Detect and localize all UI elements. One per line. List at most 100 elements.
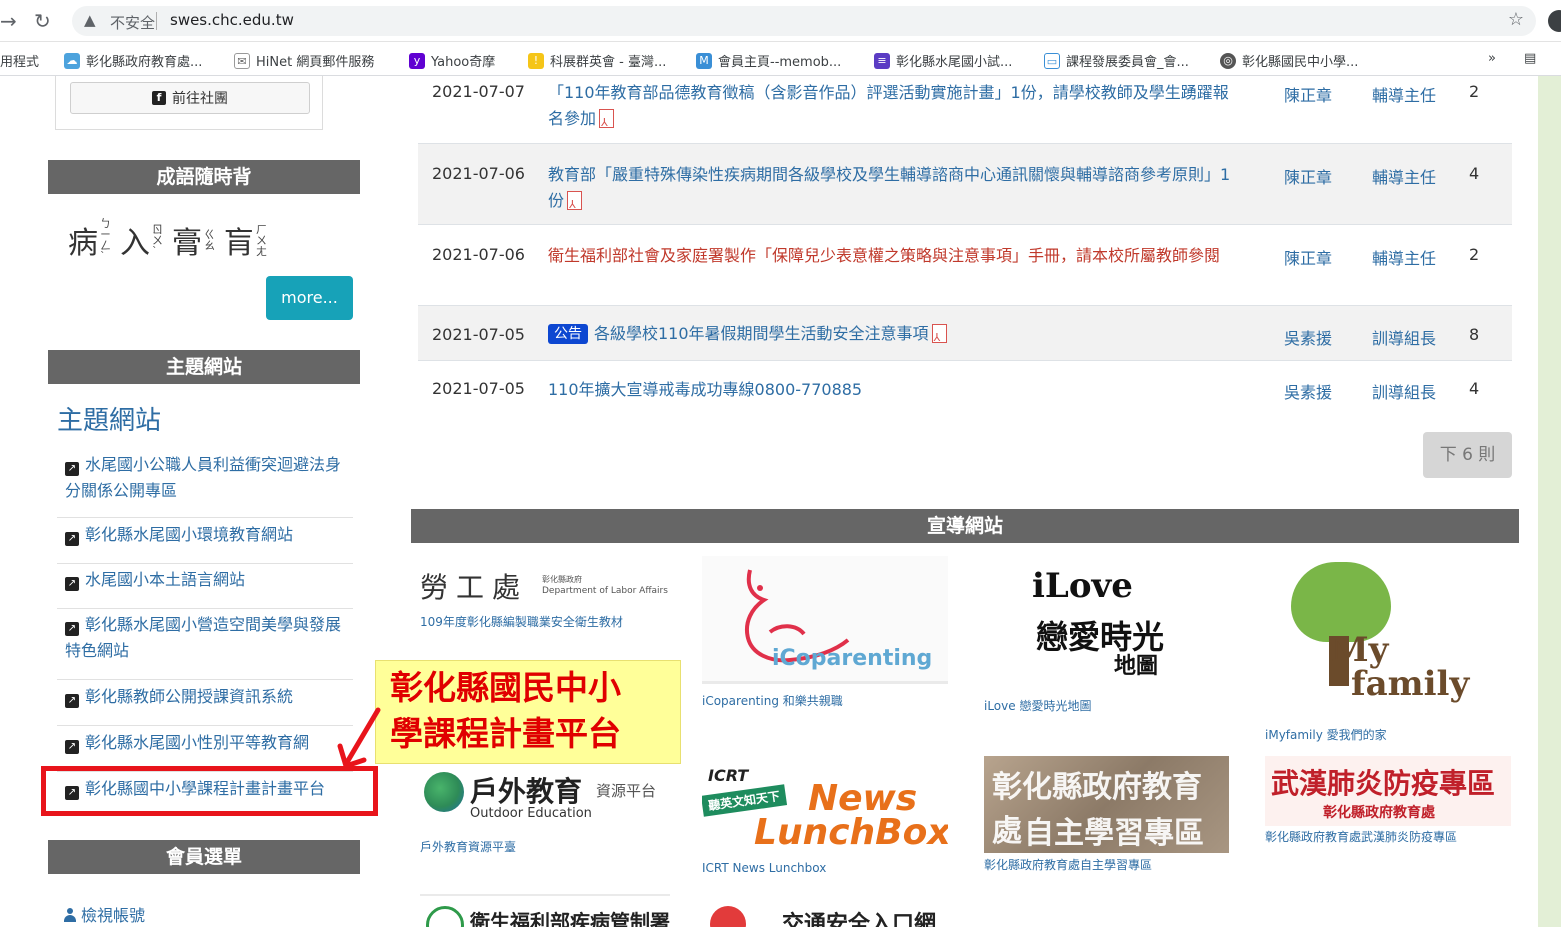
news-role[interactable]: 輔導主任	[1372, 164, 1436, 188]
news-view-count: 2	[1469, 82, 1480, 101]
news-role[interactable]: 輔導主任	[1372, 245, 1436, 269]
news-title-link[interactable]: 「110年教育部品德教育徵稿（含影音作品）評選活動實施計畫」1份，請學校教師及學…	[548, 80, 1240, 136]
ilove-logo-line1: iLove	[1032, 566, 1133, 606]
table-row: 2021-07-05 110年擴大宣導戒毒成功專線0800-770885 吳素援…	[418, 361, 1512, 416]
promo-outdoor-caption[interactable]: 戶外教育資源平臺	[420, 838, 516, 855]
news-title-link[interactable]: 公告 各級學校110年暑假期間學生活動安全注意事項	[548, 321, 1240, 351]
back-arrow-icon[interactable]: →	[0, 9, 17, 33]
labor-logo-sub2: Department of Labor Affairs	[542, 586, 668, 596]
trophy-icon: !	[528, 52, 544, 69]
bookmark-yahoo[interactable]: y Yahoo奇摩	[409, 51, 495, 70]
announcement-badge: 公告	[548, 324, 588, 344]
theme-link-aesthetics[interactable]: ↗ 彰化縣水尾國小營造空間美學與發展特色網站	[57, 612, 353, 680]
bookmark-shuiwei-test[interactable]: ≡ 彰化縣水尾國小試...	[874, 51, 1012, 70]
labor-logo-text: 勞工處	[420, 571, 529, 604]
fb-button-label: 前往社團	[172, 91, 228, 107]
annotation-highlight-box	[41, 766, 378, 816]
promo-header: 宣導網站	[411, 509, 1519, 543]
news-author[interactable]: 陳正章	[1284, 245, 1332, 269]
news-role[interactable]: 訓導組長	[1372, 379, 1436, 403]
mail-icon: ✉	[234, 52, 250, 69]
cdc-logo-text: 衛生福利部疾病管制署	[470, 910, 670, 927]
outdoor-logo-line2: Outdoor Education	[470, 806, 592, 821]
pdf-icon	[598, 109, 615, 136]
bookmark-apps[interactable]: 用程式	[0, 51, 39, 70]
annotation-line-1: 彰化縣國民中小	[390, 668, 621, 707]
theme-link-open-class[interactable]: ↗ 彰化縣教師公開授課資訊系統	[57, 684, 353, 726]
news-role[interactable]: 訓導組長	[1372, 325, 1436, 349]
external-link-icon: ↗	[65, 577, 79, 591]
annotation-callout: 彰化縣國民中小 學課程計畫平台	[375, 660, 681, 764]
traffic-logo-text: 交通安全入口網	[782, 912, 937, 927]
news-title-link[interactable]: 教育部「嚴重特殊傳染性疾病期間各級學校及學生輔導諮商中心通訊關懷與輔導諮商參考原…	[548, 162, 1240, 218]
globe-icon: ◎	[1220, 52, 1236, 69]
address-separator	[156, 12, 157, 30]
news-role[interactable]: 輔導主任	[1372, 82, 1436, 106]
labor-logo-sub1: 彰化縣政府	[542, 575, 582, 584]
news-date: 2021-07-06	[432, 245, 525, 264]
page-content: f 前往社團 成語隨時背 病ㄅㄧㄥˋ 入ㄖㄨˋ 膏ㄍㄠ 肓ㄏㄨㄤ more...…	[0, 76, 1538, 927]
promo-myfamily-caption[interactable]: iMyfamily 愛我們的家	[1265, 726, 1387, 743]
bookmark-chc-schools[interactable]: ◎ 彰化縣國民中小學...	[1220, 51, 1358, 70]
table-row: 2021-07-07 「110年教育部品德教育徵稿（含影音作品）評選活動實施計畫…	[418, 76, 1512, 144]
news-author[interactable]: 陳正章	[1284, 82, 1332, 106]
news-date: 2021-07-05	[432, 325, 525, 344]
news-author[interactable]: 吳素援	[1284, 325, 1332, 349]
bookmark-star-icon[interactable]: ☆	[1508, 9, 1524, 30]
promo-cdc-tile[interactable]: 衛生福利部疾病管制署	[420, 894, 670, 927]
promo-ilove-caption[interactable]: iLove 戀愛時光地圖	[984, 697, 1091, 714]
theme-link-local-language[interactable]: ↗ 水尾國小本土語言網站	[57, 567, 353, 609]
pdf-icon	[566, 191, 583, 218]
reading-list-icon[interactable]: ▤	[1524, 51, 1536, 66]
pdf-icon	[931, 324, 947, 351]
browser-toolbar: → ↻ ▲ 不安全 swes.chc.edu.tw ☆	[0, 0, 1561, 42]
news-title-link[interactable]: 衛生福利部社會及家庭署製作「保障兒少表意權之策略與注意事項」手冊，請本校所屬教師…	[548, 243, 1240, 269]
promo-myfamily-tile[interactable]: My family	[1265, 556, 1511, 718]
theme-link-environment[interactable]: ↗ 彰化縣水尾國小環境教育網站	[57, 522, 353, 564]
bookmark-chc-edu[interactable]: ☁ 彰化縣政府教育處...	[64, 51, 202, 70]
promo-lunchbox-caption[interactable]: ICRT News Lunchbox	[702, 861, 826, 875]
news-author[interactable]: 陳正章	[1284, 164, 1332, 188]
promo-covid-tile[interactable]: 武漢肺炎防疫專區 彰化縣政府教育處	[1265, 756, 1511, 826]
bookmark-science-fair[interactable]: ! 科展群英會 - 臺灣...	[528, 51, 666, 70]
external-link-icon: ↗	[65, 532, 79, 546]
promo-labor-tile[interactable]: 勞工處 彰化縣政府 Department of Labor Affairs	[420, 564, 670, 604]
insecure-label: 不安全	[110, 14, 156, 32]
profile-avatar[interactable]	[1548, 10, 1561, 32]
url-text[interactable]: swes.chc.edu.tw	[170, 11, 294, 29]
news-author[interactable]: 吳素援	[1284, 379, 1332, 403]
promo-ilove-tile[interactable]: iLove 戀愛時光 地圖	[984, 556, 1229, 689]
table-row: 2021-07-06 衛生福利部社會及家庭署製作「保障兒少表意權之策略與注意事項…	[418, 225, 1512, 306]
next-page-button[interactable]: 下 6 則	[1423, 432, 1512, 478]
cloud-icon: ☁	[64, 52, 80, 69]
promo-coparenting-caption[interactable]: iCoparenting 和樂共親職	[702, 692, 843, 709]
promo-lunchbox-tile[interactable]: ICRT 聽英文知天下 News LunchBox	[702, 756, 948, 864]
bookmark-memob[interactable]: M 會員主頁--memob...	[696, 51, 841, 70]
bookmark-curriculum-committee[interactable]: ▭ 課程發展委員會_會...	[1044, 51, 1189, 70]
table-row: 2021-07-06 教育部「嚴重特殊傳染性疾病期間各級學校及學生輔導諮商中心通…	[418, 144, 1512, 225]
covid-line2: 彰化縣政府教育處	[1323, 805, 1435, 821]
promo-selfstudy-caption[interactable]: 彰化縣政府教育處自主學習專區	[984, 856, 1152, 873]
reload-icon[interactable]: ↻	[34, 9, 51, 33]
promo-traffic-tile[interactable]: 交通安全入口網	[702, 894, 948, 927]
address-bar[interactable]: ▲ 不安全 swes.chc.edu.tw ☆	[72, 6, 1536, 36]
theme-link-conflict[interactable]: ↗ 水尾國小公職人員利益衝突迴避法身分關係公開專區	[57, 452, 353, 518]
idiom-more-button[interactable]: more...	[266, 276, 353, 320]
external-link-icon: ↗	[65, 740, 79, 754]
view-account-link[interactable]: 檢視帳號	[64, 902, 145, 926]
news-date: 2021-07-06	[432, 164, 525, 183]
user-icon	[64, 908, 76, 922]
member-header: 會員選單	[48, 840, 360, 874]
news-title-link[interactable]: 110年擴大宣導戒毒成功專線0800-770885	[548, 377, 1240, 403]
theme-title: 主題網站	[57, 406, 162, 436]
covid-line1: 武漢肺炎防疫專區	[1271, 767, 1496, 800]
fb-group-button[interactable]: f 前往社團	[70, 82, 310, 114]
promo-coparenting-tile[interactable]: iCoparenting	[702, 556, 948, 684]
bookmark-hinet[interactable]: ✉ HiNet 網頁郵件服務	[234, 51, 374, 70]
bookmarks-overflow[interactable]: »	[1488, 51, 1496, 66]
news-view-count: 8	[1469, 325, 1480, 344]
promo-outdoor-tile[interactable]: 戶外教育 資源平台 Outdoor Education	[420, 766, 670, 826]
promo-selfstudy-tile[interactable]: 彰化縣政府教育處 自主學習專區	[984, 756, 1229, 853]
promo-covid-caption[interactable]: 彰化縣政府教育處武漢肺炎防疫專區	[1265, 828, 1457, 845]
promo-labor-caption[interactable]: 109年度彰化縣編製職業安全衛生教材	[420, 613, 623, 630]
